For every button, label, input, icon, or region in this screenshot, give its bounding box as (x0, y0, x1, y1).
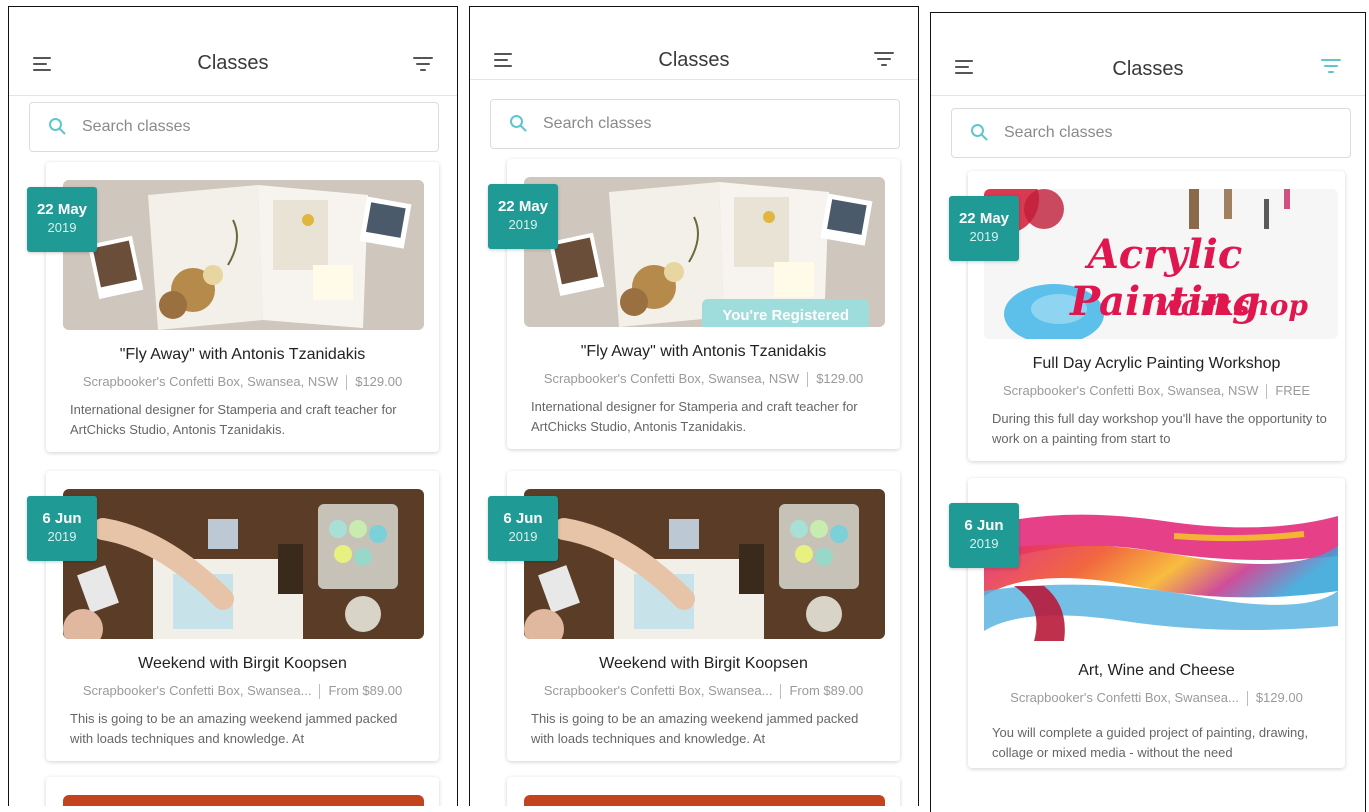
class-price: $129.00 (355, 374, 403, 389)
date-badge: 22 May 2019 (949, 196, 1019, 261)
page-title: Classes (197, 52, 269, 74)
class-description: This is going to be an amazing weekend j… (70, 711, 398, 746)
class-image (63, 180, 424, 330)
date-year: 2019 (47, 529, 77, 544)
class-image (524, 489, 885, 639)
app-bar: Classes (470, 7, 918, 80)
date-day: 22 May (36, 201, 88, 218)
date-day: 22 May (497, 198, 549, 215)
filter-icon-active[interactable] (1321, 59, 1341, 73)
search-input[interactable] (1002, 109, 1306, 157)
class-meta: Scrapbooker's Confetti Box, Swansea, NSW… (968, 383, 1345, 400)
class-location: Scrapbooker's Confetti Box, Swansea, NSW (82, 374, 339, 389)
page-title: Classes (658, 49, 730, 71)
phone-screen-1: Classes 22 (8, 6, 458, 806)
class-title: "Fly Away" with Antonis Tzanidakis (119, 346, 366, 363)
class-meta: Scrapbooker's Confetti Box, Swansea, NSW… (46, 374, 439, 391)
class-description: You will complete a guided project of pa… (992, 725, 1309, 760)
class-description: International designer for Stamperia and… (531, 399, 858, 434)
class-card[interactable]: 22 May 2019 "Fly Away" with Antonis Tzan… (27, 162, 439, 452)
search-bar[interactable] (490, 99, 900, 149)
search-icon (49, 118, 66, 135)
class-image (63, 795, 424, 806)
class-description: During this full day workshop you'll hav… (992, 411, 1327, 446)
class-image: Acrylic Painting workshop (984, 189, 1338, 339)
class-card[interactable]: You're Registered 22 May 2019 "Fly Away"… (488, 159, 900, 449)
date-day: 22 May (958, 210, 1010, 227)
class-title: Art, Wine and Cheese (1078, 662, 1235, 679)
date-badge: 6 Jun 2019 (27, 496, 97, 561)
search-input[interactable] (541, 100, 845, 148)
class-title: Weekend with Birgit Koopsen (599, 655, 808, 672)
class-title: "Fly Away" with Antonis Tzanidakis (580, 343, 827, 360)
date-badge: 6 Jun 2019 (949, 503, 1019, 568)
class-title: Weekend with Birgit Koopsen (138, 655, 347, 672)
search-icon (510, 115, 527, 132)
search-input[interactable] (80, 103, 384, 151)
class-title: Full Day Acrylic Painting Workshop (1032, 355, 1281, 372)
class-price: From $89.00 (328, 683, 403, 698)
class-location: Scrapbooker's Confetti Box, Swansea, NSW (543, 371, 800, 386)
class-location: Scrapbooker's Confetti Box, Swansea, NSW (1002, 383, 1259, 398)
class-price: $129.00 (1255, 690, 1303, 705)
date-badge: 22 May 2019 (27, 187, 97, 252)
date-badge: 22 May 2019 (488, 184, 558, 249)
search-bar[interactable] (29, 102, 439, 152)
date-badge: 6 Jun 2019 (488, 496, 558, 561)
date-day: 6 Jun (503, 510, 543, 527)
registered-badge: You're Registered (702, 299, 869, 327)
date-day: 6 Jun (964, 517, 1004, 534)
date-year: 2019 (508, 217, 538, 232)
class-image (63, 489, 424, 639)
class-price: From $89.00 (789, 683, 864, 698)
image-banner-subtext: workshop (1156, 289, 1308, 322)
phone-screen-3: Classes Acrylic Painting workshop 22 May (930, 12, 1366, 812)
class-location: Scrapbooker's Confetti Box, Swansea... (82, 683, 312, 698)
date-year: 2019 (969, 229, 999, 244)
class-card[interactable]: 6 Jun 2019 Weekend with Birgit Koopsen S… (488, 471, 900, 761)
class-image: You're Registered (524, 177, 885, 327)
class-description: International designer for Stamperia and… (70, 402, 397, 437)
class-price: $129.00 (816, 371, 864, 386)
class-meta: Scrapbooker's Confetti Box, Swansea, NSW… (507, 371, 900, 388)
class-image (984, 496, 1338, 646)
page-title: Classes (1112, 58, 1184, 80)
search-icon (971, 124, 988, 141)
phone-screen-2: Classes You're Regist (469, 6, 919, 806)
class-meta: Scrapbooker's Confetti Box, Swansea... Fr… (507, 683, 900, 700)
app-bar: Classes (931, 13, 1365, 96)
class-location: Scrapbooker's Confetti Box, Swansea... (543, 683, 773, 698)
class-meta: Scrapbooker's Confetti Box, Swansea... $1… (968, 690, 1345, 707)
search-bar[interactable] (951, 108, 1351, 158)
class-location: Scrapbooker's Confetti Box, Swansea... (1010, 690, 1239, 705)
class-card[interactable]: 6 Jun 2019 Weekend with Birgit Koopsen S… (27, 471, 439, 761)
class-card[interactable]: 6 Jun 2019 Art, Wine and Cheese Scrapboo… (949, 478, 1345, 768)
date-year: 2019 (508, 529, 538, 544)
date-year: 2019 (47, 220, 77, 235)
class-card[interactable]: Acrylic Painting workshop 22 May 2019 Fu… (949, 171, 1345, 461)
class-image (524, 795, 885, 806)
app-bar: Classes (9, 7, 457, 96)
date-year: 2019 (969, 536, 999, 551)
class-description: This is going to be an amazing weekend j… (531, 711, 859, 746)
filter-icon[interactable] (413, 57, 433, 71)
filter-icon[interactable] (874, 52, 894, 66)
class-price: FREE (1275, 383, 1311, 398)
class-meta: Scrapbooker's Confetti Box, Swansea... Fr… (46, 683, 439, 700)
date-day: 6 Jun (42, 510, 82, 527)
